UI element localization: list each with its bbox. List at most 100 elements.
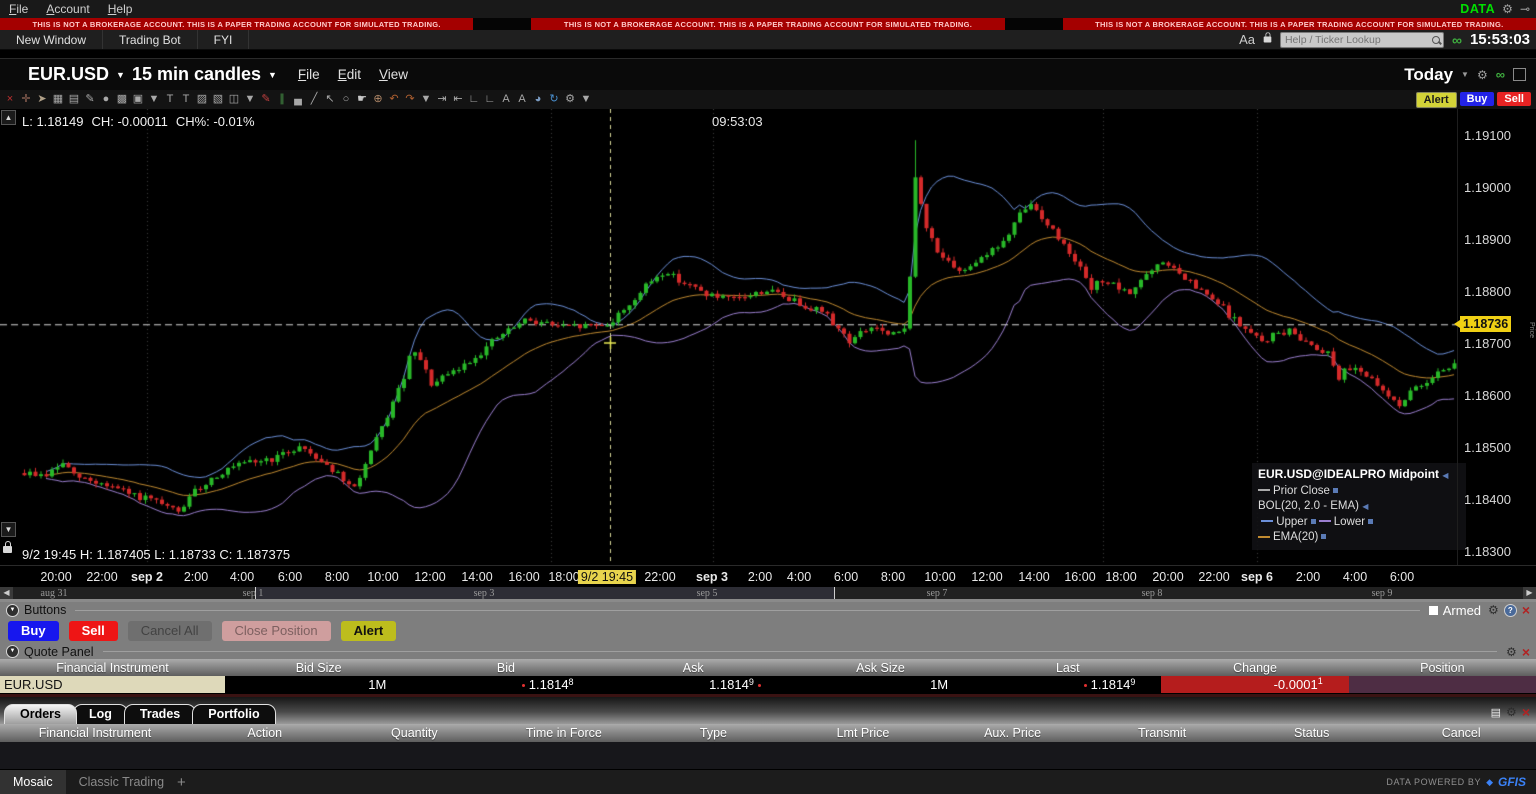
buy-button-small[interactable]: Buy [1460, 92, 1495, 106]
expand-right-icon[interactable]: ⇥ [434, 90, 450, 109]
font-smaller-icon[interactable]: A [498, 90, 514, 109]
expand-left-icon[interactable]: ⇤ [450, 90, 466, 109]
print-icon[interactable]: ▤ [66, 90, 82, 109]
tools-icon[interactable]: ⚙ [562, 90, 578, 109]
orders-col-cancel[interactable]: Cancel [1386, 726, 1536, 740]
chart-style-icon[interactable]: ▨ [194, 90, 210, 109]
chart-settings-icon[interactable]: ⚙ [1477, 68, 1488, 82]
dropdown-icon[interactable]: ▼ [242, 90, 258, 109]
collapse-quote-icon[interactable]: ▼ [6, 645, 19, 658]
sell-button-small[interactable]: Sell [1497, 92, 1531, 106]
legend-lower[interactable]: Lower [1334, 516, 1365, 528]
orders-col-status[interactable]: Status [1237, 726, 1387, 740]
tab-orders[interactable]: Orders [4, 704, 77, 724]
ticker-search-input[interactable] [1280, 32, 1444, 48]
magnify-icon[interactable]: ○ [338, 90, 354, 109]
add-workspace-button[interactable]: + [177, 774, 186, 791]
legend-bollinger[interactable]: BOL(20, 2.0 - EMA) [1258, 500, 1359, 512]
pin-icon[interactable]: ⊸ [1520, 2, 1530, 16]
report-icon[interactable]: ▤ [1491, 706, 1501, 719]
legend-config-icon[interactable] [1368, 519, 1373, 524]
legend-config-icon[interactable] [1311, 519, 1316, 524]
volume-icon[interactable]: ▄ [290, 90, 306, 109]
toolbar-tab-trading-bot[interactable]: Trading Bot [103, 30, 198, 49]
orders-col-action[interactable]: Action [190, 726, 340, 740]
font-larger-icon[interactable]: A [514, 90, 530, 109]
layout-icon[interactable]: ◫ [226, 90, 242, 109]
gear-icon[interactable]: ⚙ [1502, 2, 1513, 16]
chart-menu-view[interactable]: View [379, 67, 408, 82]
legend-collapse-icon[interactable]: ◀ [1442, 471, 1448, 480]
chart-plot[interactable]: L: 1.18149 CH: -0.00011 CH%: -0.01% 09:5… [0, 109, 1536, 565]
cursor-icon[interactable]: ➤ [34, 90, 50, 109]
font-size-button[interactable]: Aa [1239, 32, 1255, 47]
text-note-icon[interactable]: T [178, 90, 194, 109]
range-dropdown-icon[interactable]: ▼ [1461, 70, 1469, 79]
help-icon[interactable]: ? [1504, 604, 1517, 617]
undo-icon[interactable]: ↶ [386, 90, 402, 109]
chart-link-icon[interactable]: ∞ [1496, 67, 1505, 82]
link-group-icon[interactable]: ∞ [1452, 32, 1462, 48]
chart-scrollbar[interactable]: ◀ ▶ aug 31sep 1sep 3sep 5sep 7sep 8sep 9 [0, 587, 1536, 602]
quote-col-financial-instrument[interactable]: Financial Instrument [0, 661, 225, 675]
close-icon[interactable]: × [2, 90, 18, 109]
close-panel-icon[interactable]: × [1522, 706, 1530, 718]
quote-col-bid-size[interactable]: Bid Size [225, 661, 412, 675]
pointer-icon[interactable]: ↖ [322, 90, 338, 109]
workspace-tab-classic[interactable]: Classic Trading [66, 775, 177, 789]
tab-trades[interactable]: Trades [124, 704, 196, 724]
alert-button-small[interactable]: Alert [1416, 92, 1457, 108]
tab-log[interactable]: Log [73, 704, 128, 724]
alert-button[interactable]: Alert [341, 621, 397, 641]
scroll-right-icon[interactable]: ▶ [1523, 587, 1536, 599]
scroll-left-icon[interactable]: ◀ [0, 587, 13, 599]
menu-account[interactable]: Account [37, 2, 98, 16]
trendline-icon[interactable]: ╱ [306, 90, 322, 109]
quote-col-ask-size[interactable]: Ask Size [787, 661, 974, 675]
quote-col-position[interactable]: Position [1349, 661, 1536, 675]
legend-config-icon[interactable] [1333, 488, 1338, 493]
chart-timeframe[interactable]: 15 min candles [132, 64, 261, 85]
chart-symbol[interactable]: EUR.USD [28, 64, 109, 85]
quote-instrument[interactable]: EUR.USD [0, 676, 225, 693]
scroll-down-icon[interactable]: ▼ [1, 522, 16, 537]
theme-icon[interactable]: ◕ [530, 90, 546, 109]
quote-col-last[interactable]: Last [974, 661, 1161, 675]
dropdown-icon[interactable]: ▼ [146, 90, 162, 109]
toolbar-tab-fyi[interactable]: FYI [198, 30, 250, 49]
chart-menu-file[interactable]: File [298, 67, 320, 82]
orders-col-transmit[interactable]: Transmit [1087, 726, 1237, 740]
quote-row[interactable]: EUR.USD 1M 1.18148 1.18149 1M 1.18149 -0… [0, 676, 1536, 693]
log-scale-icon[interactable]: ∟ [466, 90, 482, 109]
crosshair-target-icon[interactable]: ⊕ [370, 90, 386, 109]
dropdown-icon[interactable]: ▼ [418, 90, 434, 109]
price-axis[interactable]: 1.18736 Price 1.191001.190001.189001.188… [1457, 109, 1536, 565]
legend-prior-close[interactable]: Prior Close [1273, 485, 1330, 497]
sell-button[interactable]: Sell [69, 621, 118, 641]
pan-hand-icon[interactable]: ☛ [354, 90, 370, 109]
scroll-up-icon[interactable]: ▲ [1, 110, 16, 125]
quote-col-ask[interactable]: Ask [600, 661, 787, 675]
legend-upper[interactable]: Upper [1276, 516, 1307, 528]
cancel-all-button[interactable]: Cancel All [128, 621, 212, 641]
chart-menu-edit[interactable]: Edit [338, 67, 361, 82]
move-icon[interactable]: ✛ [18, 90, 34, 109]
menu-file[interactable]: File [0, 2, 37, 16]
snapshot-icon[interactable]: ▣ [130, 90, 146, 109]
x-axis[interactable]: 20:0022:00sep 22:004:006:008:0010:0012:0… [0, 565, 1536, 587]
fullscreen-icon[interactable] [1513, 68, 1526, 81]
legend-collapse-icon[interactable]: ◀ [1362, 502, 1368, 511]
buy-button[interactable]: Buy [8, 621, 59, 641]
customize-icon[interactable]: ⚙ [1506, 705, 1517, 719]
orders-col-quantity[interactable]: Quantity [340, 726, 490, 740]
dropdown-icon[interactable]: ▼ [578, 90, 594, 109]
map-icon[interactable]: ▩ [114, 90, 130, 109]
collapse-buttons-icon[interactable]: ▼ [6, 604, 19, 617]
reload-icon[interactable]: ↻ [546, 90, 562, 109]
workspace-tab-mosaic[interactable]: Mosaic [0, 770, 66, 794]
quote-col-change[interactable]: Change [1161, 661, 1348, 675]
toolbar-tab-new-window[interactable]: New Window [0, 30, 103, 49]
chart-lock-icon[interactable] [3, 546, 12, 553]
clock-icon[interactable]: ● [98, 90, 114, 109]
close-panel-icon[interactable]: × [1522, 646, 1530, 658]
